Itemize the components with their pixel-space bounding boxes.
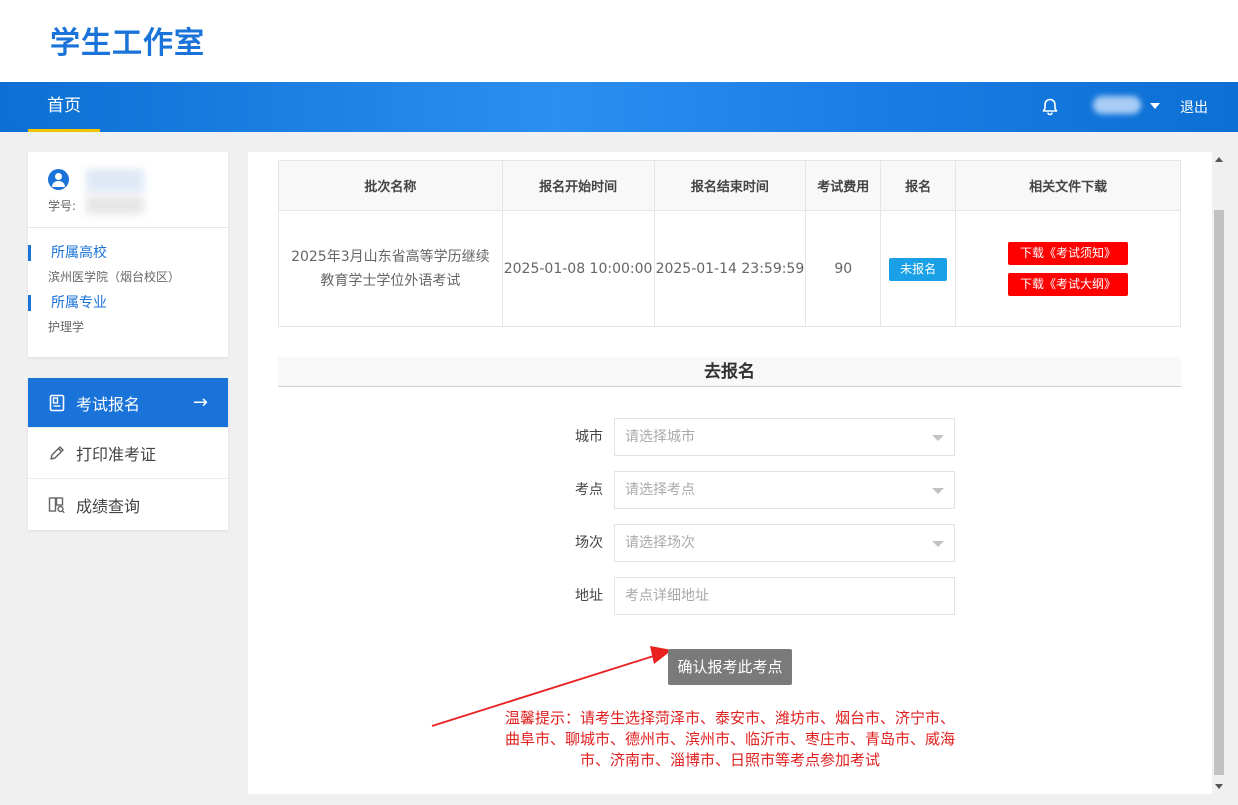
fee-cell: 90 — [805, 210, 882, 327]
menu-item-label: 考试报名 — [76, 394, 141, 414]
batch-name-cell: 2025年3月山东省高等学历继续教育学士学位外语考试 — [278, 210, 503, 327]
download-exam-syllabus-button[interactable]: 下载《考试大纲》 — [1008, 272, 1129, 296]
student-id-redacted — [86, 196, 144, 214]
side-menu: 考试报名 → 打印准考证 成绩查询 — [28, 378, 228, 530]
caret-down-icon — [932, 488, 944, 494]
nav-home-tab[interactable]: 首页 — [28, 82, 100, 132]
menu-item-label: 成绩查询 — [76, 496, 141, 516]
start-time-cell: 2025-01-08 10:00:00 — [501, 210, 655, 327]
table-header: 考试费用 — [805, 160, 882, 211]
city-label: 城市 — [575, 429, 603, 445]
address-row: 地址 考点详细地址 — [548, 577, 955, 615]
school-label: 所属高校 — [28, 245, 107, 261]
download-exam-notice-button[interactable]: 下载《考试须知》 — [1008, 241, 1129, 265]
session-placeholder: 请选择场次 — [625, 535, 695, 551]
pencil-icon — [48, 444, 66, 462]
brand-title: 学生工作室 — [50, 26, 205, 61]
bell-icon[interactable] — [1040, 97, 1060, 117]
table-header: 批次名称 — [278, 160, 503, 211]
city-select[interactable]: 请选择城市 — [614, 418, 955, 456]
profile-card: 学号: 所属高校 滨州医学院（烟台校区） 所属专业 护理学 — [28, 152, 228, 357]
site-select[interactable]: 请选择考点 — [614, 471, 955, 509]
document-icon — [48, 394, 66, 412]
site-placeholder: 请选择考点 — [625, 482, 695, 498]
caret-down-icon — [932, 435, 944, 441]
menu-item-print-admission[interactable]: 打印准考证 — [28, 428, 228, 479]
notice-text: 温馨提示：请考生选择菏泽市、泰安市、潍坊市、烟台市、济宁市、曲阜市、聊城市、德州… — [504, 709, 955, 769]
menu-item-exam-registration[interactable]: 考试报名 → — [28, 378, 228, 428]
divider — [28, 227, 228, 228]
confirm-register-button[interactable]: 确认报考此考点 — [668, 649, 792, 685]
site-row: 考点 请选择考点 — [548, 471, 955, 509]
table-row: 2025年3月山东省高等学历继续教育学士学位外语考试 2025-01-08 10… — [278, 210, 1181, 327]
user-avatar-icon — [48, 169, 69, 190]
table-header: 相关文件下载 — [955, 160, 1181, 211]
scroll-down-icon[interactable] — [1215, 784, 1223, 789]
nav-bar: 首页 退出 — [0, 82, 1238, 132]
end-time-cell: 2025-01-14 23:59:59 — [653, 210, 807, 327]
scrollbar[interactable] — [1212, 152, 1226, 794]
scroll-up-icon[interactable] — [1215, 157, 1223, 162]
site-label: 考点 — [575, 482, 603, 498]
register-section-title: 去报名 — [278, 357, 1181, 387]
chevron-down-icon[interactable] — [1150, 103, 1160, 109]
menu-item-score-query[interactable]: 成绩查询 — [28, 479, 228, 530]
major-value: 护理学 — [48, 320, 85, 334]
batch-table: 批次名称 报名开始时间 报名结束时间 考试费用 报名 相关文件下载 2025年3… — [278, 160, 1181, 327]
caret-down-icon — [932, 541, 944, 547]
status-badge[interactable]: 未报名 — [889, 257, 948, 281]
session-label: 场次 — [575, 535, 603, 551]
address-label: 地址 — [575, 588, 603, 604]
arrow-right-icon: → — [192, 392, 208, 413]
downloads-cell: 下载《考试须知》 下载《考试大纲》 — [955, 210, 1181, 327]
table-header: 报名结束时间 — [653, 160, 807, 211]
logout-link[interactable]: 退出 — [1180, 97, 1208, 117]
user-name-redacted[interactable] — [1093, 96, 1141, 114]
search-doc-icon — [48, 496, 66, 514]
table-header: 报名 — [880, 160, 957, 211]
table-header: 报名开始时间 — [501, 160, 655, 211]
header: 学生工作室 — [0, 0, 1238, 82]
school-value: 滨州医学院（烟台校区） — [48, 270, 181, 284]
student-name-redacted — [86, 169, 144, 193]
city-placeholder: 请选择城市 — [625, 429, 695, 445]
address-placeholder: 考点详细地址 — [625, 588, 709, 604]
status-cell: 未报名 — [880, 210, 957, 327]
student-id-label: 学号: — [48, 199, 77, 213]
major-label: 所属专业 — [28, 295, 107, 311]
scroll-thumb[interactable] — [1214, 210, 1224, 775]
session-select[interactable]: 请选择场次 — [614, 524, 955, 562]
session-row: 场次 请选择场次 — [548, 524, 955, 562]
city-row: 城市 请选择城市 — [548, 418, 955, 456]
main-content: 批次名称 报名开始时间 报名结束时间 考试费用 报名 相关文件下载 2025年3… — [248, 152, 1212, 794]
menu-item-label: 打印准考证 — [76, 445, 157, 464]
address-input[interactable]: 考点详细地址 — [614, 577, 955, 615]
